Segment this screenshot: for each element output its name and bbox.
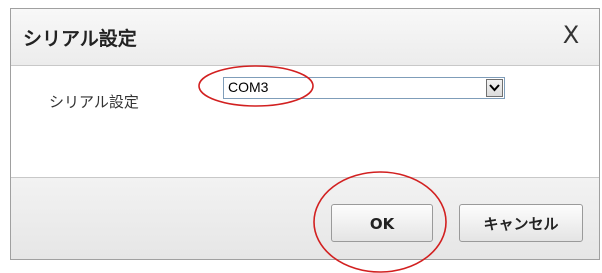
serial-port-select-value: COM3 [228, 79, 269, 95]
dialog-titlebar: シリアル設定 X [11, 9, 599, 66]
dialog-footer: OK キャンセル [11, 177, 599, 259]
ok-button[interactable]: OK [331, 204, 433, 242]
close-button[interactable]: X [557, 19, 585, 51]
cancel-button[interactable]: キャンセル [459, 204, 583, 242]
dialog-title: シリアル設定 [23, 28, 137, 50]
chevron-down-icon[interactable] [486, 79, 503, 97]
serial-settings-label: シリアル設定 [49, 93, 139, 111]
serial-settings-dialog: シリアル設定 X シリアル設定 COM3 OK キャンセル [10, 8, 600, 260]
serial-port-select[interactable]: COM3 [223, 77, 505, 99]
